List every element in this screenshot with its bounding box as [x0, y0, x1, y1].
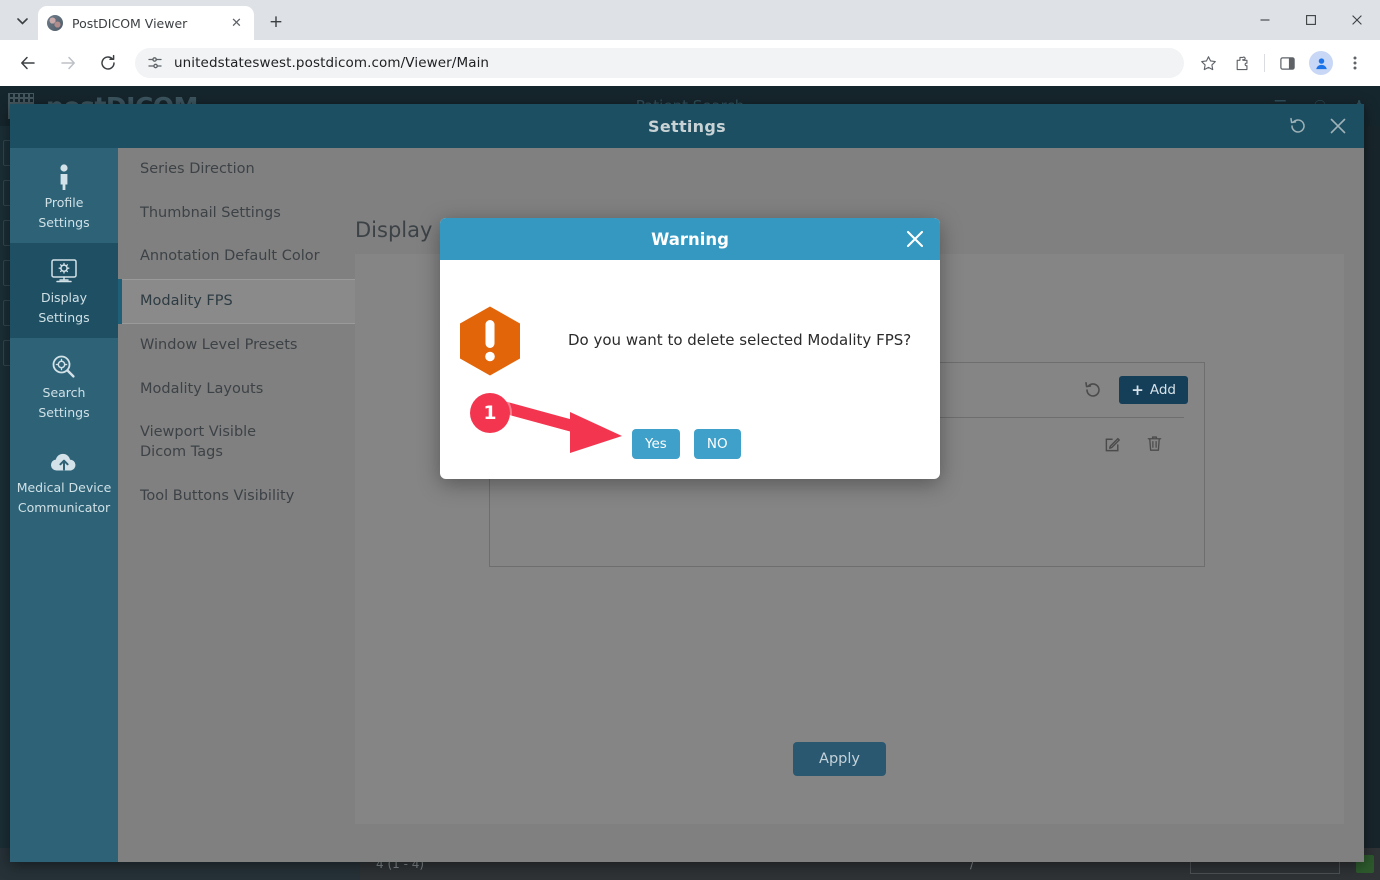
sidebar-label-line1: Medical Device: [17, 481, 112, 495]
warning-dialog-buttons: Yes NO: [440, 429, 940, 459]
close-icon[interactable]: [1328, 116, 1348, 136]
sidebar-item-medical-device-communicator[interactable]: Medical Device Communicator: [10, 433, 118, 528]
settings-modal-header: Settings: [10, 104, 1364, 148]
close-icon[interactable]: ✕: [228, 15, 245, 32]
sidebar-label-line1: Display: [41, 291, 87, 305]
browser-window: PostDICOM Viewer ✕ +: [0, 0, 1380, 880]
plus-icon: +: [1131, 381, 1144, 399]
back-button[interactable]: [13, 48, 43, 78]
close-icon[interactable]: [904, 228, 926, 250]
settings-modal-title: Settings: [648, 117, 726, 136]
warning-dialog-header: Warning: [440, 218, 940, 260]
tab-search-chevron-icon[interactable]: [8, 7, 36, 35]
yes-button[interactable]: Yes: [632, 429, 680, 459]
apply-button-wrap: Apply: [355, 742, 1324, 776]
minimize-button[interactable]: [1242, 0, 1288, 40]
edit-icon[interactable]: [1104, 434, 1123, 453]
new-tab-button[interactable]: +: [262, 8, 290, 36]
menu-item-modality-fps[interactable]: Modality FPS: [118, 279, 355, 325]
settings-header-actions: [1288, 104, 1348, 148]
trash-icon[interactable]: [1145, 434, 1164, 453]
settings-icon-nav: Profile Settings Display Settings Search…: [10, 148, 118, 862]
toolbar-divider: [1264, 54, 1265, 72]
reload-button[interactable]: [93, 48, 123, 78]
browser-tab[interactable]: PostDICOM Viewer ✕: [38, 6, 254, 40]
side-panel-icon[interactable]: [1273, 49, 1301, 77]
restore-defaults-icon[interactable]: [1288, 116, 1308, 136]
extensions-icon[interactable]: [1228, 49, 1256, 77]
person-icon: [56, 161, 72, 191]
menu-item-window-level-presets[interactable]: Window Level Presets: [118, 324, 355, 368]
sidebar-label-line2: Communicator: [18, 501, 110, 515]
address-bar[interactable]: unitedstateswest.postdicom.com/Viewer/Ma…: [135, 48, 1184, 78]
warning-dialog-message: Do you want to delete selected Modality …: [568, 330, 918, 351]
sidebar-label-line1: Search: [43, 386, 86, 400]
window-controls: [1242, 0, 1380, 40]
sidebar-item-profile-settings[interactable]: Profile Settings: [10, 148, 118, 243]
star-icon[interactable]: [1194, 49, 1222, 77]
sidebar-item-search-settings[interactable]: Search Settings: [10, 338, 118, 433]
address-bar-url: unitedstateswest.postdicom.com/Viewer/Ma…: [174, 55, 489, 71]
sidebar-label-line2: Settings: [38, 216, 89, 230]
no-button[interactable]: NO: [694, 429, 741, 459]
monitor-gear-icon: [49, 256, 79, 286]
warning-exclamation-icon: [458, 305, 522, 377]
menu-item-tool-buttons-visibility[interactable]: Tool Buttons Visibility: [118, 475, 355, 519]
tab-title: PostDICOM Viewer: [72, 16, 219, 31]
warning-dialog-title: Warning: [651, 230, 729, 249]
cloud-upload-icon: [48, 446, 80, 476]
forward-button[interactable]: [53, 48, 83, 78]
menu-item-series-direction[interactable]: Series Direction: [118, 148, 355, 192]
menu-item-annotation-default-color[interactable]: Annotation Default Color: [118, 235, 355, 279]
site-settings-icon[interactable]: [147, 55, 163, 71]
profile-avatar-icon[interactable]: [1309, 51, 1333, 75]
menu-item-modality-layouts[interactable]: Modality Layouts: [118, 368, 355, 412]
postdicom-favicon: [47, 15, 63, 31]
step-badge-1: 1: [470, 393, 510, 433]
three-dot-menu-icon[interactable]: [1341, 49, 1369, 77]
sidebar-label-line1: Profile: [45, 196, 84, 210]
menu-item-thumbnail-settings[interactable]: Thumbnail Settings: [118, 192, 355, 236]
sidebar-label-line2: Settings: [38, 311, 89, 325]
sidebar-item-display-settings[interactable]: Display Settings: [10, 243, 118, 338]
sidebar-label-line2: Settings: [38, 406, 89, 420]
tab-strip: PostDICOM Viewer ✕ +: [0, 0, 1380, 40]
menu-item-viewport-visible-dicom-tags[interactable]: Viewport Visible Dicom Tags: [118, 411, 288, 474]
add-button[interactable]: + Add: [1119, 376, 1188, 404]
magnifier-gear-icon: [50, 351, 78, 381]
settings-menu-list: Series Direction Thumbnail Settings Anno…: [118, 148, 355, 862]
add-button-label: Add: [1150, 382, 1176, 398]
refresh-icon[interactable]: [1083, 380, 1103, 400]
window-close-button[interactable]: [1334, 0, 1380, 40]
browser-toolbar: unitedstateswest.postdicom.com/Viewer/Ma…: [0, 40, 1380, 86]
apply-button[interactable]: Apply: [793, 742, 886, 776]
maximize-button[interactable]: [1288, 0, 1334, 40]
